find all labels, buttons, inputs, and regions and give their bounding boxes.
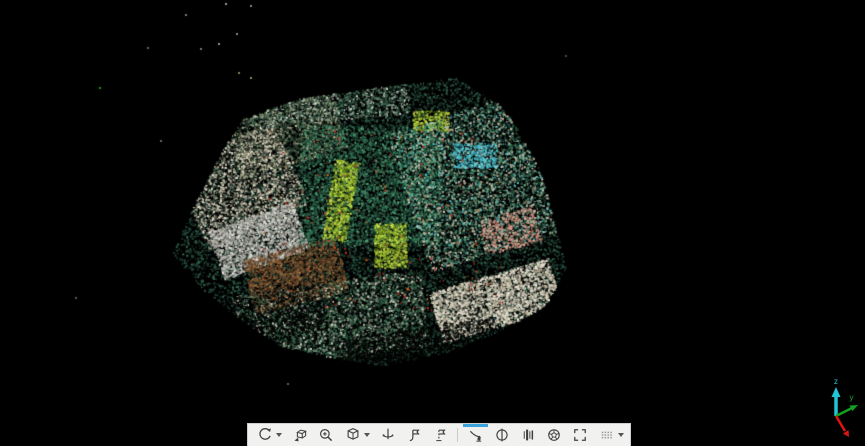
pick-point-tool[interactable] — [462, 424, 489, 446]
point-cloud-canvas[interactable] — [0, 0, 865, 446]
grid-layout-tool[interactable] — [593, 424, 629, 446]
chevron-down-icon[interactable] — [364, 433, 370, 437]
orbit-icon — [256, 426, 274, 444]
pan-icon — [291, 426, 309, 444]
sphere-view-tool[interactable] — [541, 424, 567, 446]
active-tool-indicator — [463, 424, 488, 427]
axis-z-arrowhead — [832, 387, 841, 397]
split-view-tool[interactable] — [489, 424, 515, 446]
3d-viewport[interactable]: z y — [0, 0, 865, 446]
zoom-icon — [317, 426, 335, 444]
orbit-tool[interactable] — [251, 424, 287, 446]
view-cube-tool[interactable] — [339, 424, 375, 446]
axis-gizmo: z y — [813, 374, 865, 446]
expand-icon — [571, 426, 589, 444]
flag-dashed-icon — [431, 426, 449, 444]
bars-icon — [519, 426, 537, 444]
slice-tool[interactable] — [515, 424, 541, 446]
measure-path-tool[interactable] — [427, 424, 453, 446]
axis-z-label: z — [834, 377, 839, 386]
bottom-toolbar — [247, 423, 631, 446]
grid-icon — [598, 426, 616, 444]
axis-y-line — [836, 408, 852, 416]
fit-view-tool[interactable] — [567, 424, 593, 446]
annotation-flag-tool[interactable] — [401, 424, 427, 446]
zoom-window-tool[interactable] — [313, 424, 339, 446]
axis-y-label: y — [849, 393, 854, 402]
split-icon — [493, 426, 511, 444]
axis-x-line — [836, 416, 845, 431]
turntable-icon — [379, 426, 397, 444]
turntable-tool[interactable] — [375, 424, 401, 446]
chevron-down-icon[interactable] — [618, 433, 624, 437]
toolbar-separator — [457, 428, 458, 442]
pan-tool[interactable] — [287, 424, 313, 446]
flag-icon — [405, 426, 423, 444]
cube-icon — [344, 426, 362, 444]
sphere-icon — [545, 426, 563, 444]
pick-icon — [467, 426, 485, 444]
chevron-down-icon[interactable] — [276, 433, 282, 437]
